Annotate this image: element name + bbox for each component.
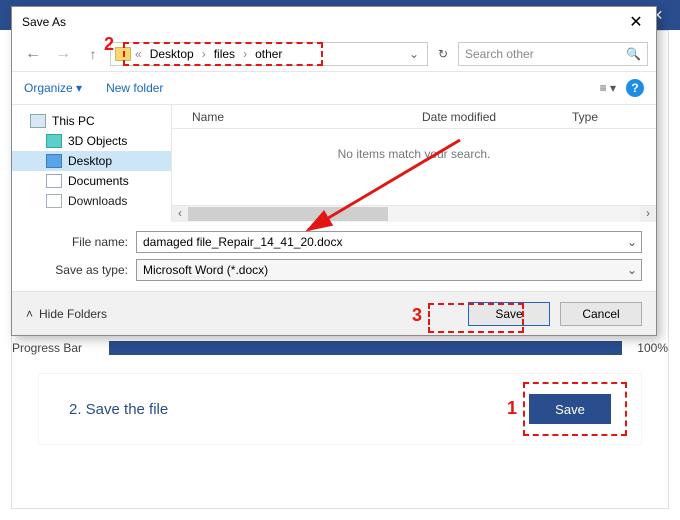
tree-this-pc[interactable]: This PC bbox=[12, 111, 171, 131]
pc-icon bbox=[30, 114, 46, 128]
organize-menu[interactable]: Organize ▾ bbox=[24, 81, 82, 95]
nav-up-button[interactable]: ↑ bbox=[80, 41, 106, 67]
step-save-label: 2. Save the file bbox=[69, 401, 168, 418]
search-input[interactable]: Search other 🔍 bbox=[458, 42, 648, 66]
callout-2: 2 bbox=[104, 34, 114, 55]
filetype-label: Save as type: bbox=[26, 263, 136, 277]
tree-label: This PC bbox=[52, 114, 95, 128]
dialog-save-button[interactable]: Save bbox=[468, 302, 550, 326]
column-name[interactable]: Name bbox=[172, 110, 422, 124]
dialog-buttons: Save Cancel bbox=[468, 302, 642, 326]
help-icon[interactable]: ? bbox=[626, 79, 644, 97]
hide-folders-toggle[interactable]: ˄ Hide Folders bbox=[26, 307, 107, 321]
fields: File name: damaged file_Repair_14_41_20.… bbox=[12, 221, 656, 291]
filename-input[interactable]: damaged file_Repair_14_41_20.docx ⌄ bbox=[136, 231, 642, 253]
documents-icon bbox=[46, 174, 62, 188]
file-list: Name Date modified Type No items match y… bbox=[172, 105, 656, 221]
progress-percent: 100% bbox=[634, 341, 668, 355]
filename-value: damaged file_Repair_14_41_20.docx bbox=[143, 235, 342, 249]
step-save-section: 2. Save the file Save 1 bbox=[38, 373, 642, 445]
filetype-row: Save as type: Microsoft Word (*.docx) ⌄ bbox=[26, 259, 642, 281]
filename-label: File name: bbox=[26, 235, 136, 249]
nav-back-button[interactable]: ← bbox=[20, 41, 46, 67]
column-date[interactable]: Date modified bbox=[422, 110, 572, 124]
refresh-button[interactable]: ↻ bbox=[432, 47, 454, 61]
dialog-body: This PC 3D Objects Desktop Documents Dow… bbox=[12, 105, 656, 221]
new-folder-button[interactable]: New folder bbox=[106, 81, 163, 95]
empty-state-text: No items match your search. bbox=[172, 129, 656, 205]
hide-folders-label: Hide Folders bbox=[39, 307, 107, 321]
callout-1: 1 bbox=[507, 398, 517, 419]
tree-downloads[interactable]: Downloads bbox=[12, 191, 171, 211]
search-icon: 🔍 bbox=[626, 47, 641, 61]
dialog-title: Save As bbox=[22, 15, 66, 29]
folder-icon bbox=[115, 47, 131, 61]
dialog-titlebar[interactable]: Save As ✕ bbox=[12, 7, 656, 37]
tree-desktop[interactable]: Desktop bbox=[12, 151, 171, 171]
tree-label: Desktop bbox=[68, 154, 112, 168]
desktop-icon bbox=[46, 154, 62, 168]
breadcrumb-files[interactable]: files bbox=[210, 47, 239, 61]
filetype-select[interactable]: Microsoft Word (*.docx) ⌄ bbox=[136, 259, 642, 281]
chevron-right-icon[interactable]: › bbox=[243, 47, 247, 61]
scroll-track[interactable] bbox=[188, 206, 640, 222]
dialog-cancel-button[interactable]: Cancel bbox=[560, 302, 642, 326]
tree-label: Downloads bbox=[68, 194, 127, 208]
callout-3: 3 bbox=[412, 305, 422, 326]
chevron-right-icon[interactable]: › bbox=[202, 47, 206, 61]
filetype-value: Microsoft Word (*.docx) bbox=[143, 263, 268, 277]
scroll-thumb[interactable] bbox=[188, 207, 388, 221]
address-bar[interactable]: « Desktop › files › other ⌄ bbox=[110, 42, 428, 66]
save-button[interactable]: Save bbox=[529, 394, 611, 424]
dialog-footer: ˄ Hide Folders Save Cancel bbox=[12, 291, 656, 335]
cube-icon bbox=[46, 134, 62, 148]
downloads-icon bbox=[46, 194, 62, 208]
progress-bar bbox=[109, 341, 622, 355]
view-options-button[interactable]: ≡ ▾ bbox=[600, 81, 616, 95]
nav-tree[interactable]: This PC 3D Objects Desktop Documents Dow… bbox=[12, 105, 172, 221]
chevron-down-icon[interactable]: ⌄ bbox=[627, 235, 637, 249]
save-as-dialog: Save As ✕ ← → ↑ « Desktop › files › othe… bbox=[11, 6, 657, 336]
scroll-left-button[interactable]: ‹ bbox=[172, 206, 188, 222]
column-type[interactable]: Type bbox=[572, 110, 656, 124]
nav-forward-button[interactable]: → bbox=[50, 41, 76, 67]
breadcrumb-other[interactable]: other bbox=[251, 47, 286, 61]
progress-label: Progress Bar bbox=[12, 341, 97, 355]
horizontal-scrollbar[interactable]: ‹ › bbox=[172, 205, 656, 221]
chevron-up-icon: ˄ bbox=[26, 307, 33, 321]
dialog-close-button[interactable]: ✕ bbox=[616, 12, 656, 32]
search-placeholder: Search other bbox=[465, 47, 534, 61]
filename-row: File name: damaged file_Repair_14_41_20.… bbox=[26, 231, 642, 253]
dialog-toolbar: Organize ▾ New folder ≡ ▾ ? bbox=[12, 71, 656, 105]
tree-label: Documents bbox=[68, 174, 129, 188]
chevron-down-icon[interactable]: ⌄ bbox=[627, 263, 637, 277]
tree-label: 3D Objects bbox=[68, 134, 127, 148]
scroll-right-button[interactable]: › bbox=[640, 206, 656, 222]
tree-3d-objects[interactable]: 3D Objects bbox=[12, 131, 171, 151]
column-headers[interactable]: Name Date modified Type bbox=[172, 105, 656, 129]
tree-documents[interactable]: Documents bbox=[12, 171, 171, 191]
address-history-chevron[interactable]: ⌄ bbox=[405, 47, 423, 61]
breadcrumb-overflow[interactable]: « bbox=[135, 47, 142, 61]
breadcrumb-desktop[interactable]: Desktop bbox=[146, 47, 198, 61]
